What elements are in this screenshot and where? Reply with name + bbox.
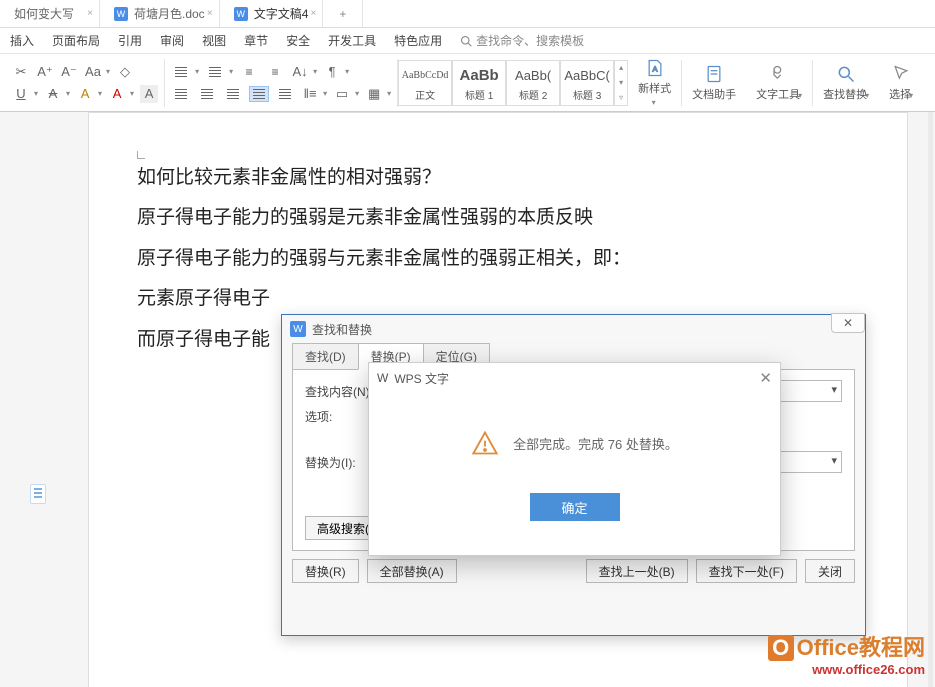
menu-insert[interactable]: 插入 [10, 32, 34, 49]
wps-icon: W [234, 7, 248, 21]
underline-icon[interactable]: U [12, 85, 30, 103]
replace-button[interactable]: 替换(R) [292, 559, 359, 583]
paragraph-group: ▾ ▾ ≡ ≡ A↓▾ ¶▾ ‖≡▾ ▭▾ ▦▾ [165, 59, 398, 107]
dropdown-icon[interactable]: ▾ [106, 67, 110, 76]
tab-label: 荷塘月色.doc [134, 5, 205, 22]
tab-label: 如何变大写 [14, 5, 74, 22]
styles-more[interactable]: ▴▾▿ [614, 60, 628, 106]
style-h2[interactable]: AaBb(标题 2 [506, 60, 560, 106]
close-icon[interactable]: × [87, 8, 93, 19]
document-tabs: 如何变大写× W荷塘月色.doc× W文字文稿4× + [0, 0, 935, 28]
line-spacing-icon[interactable]: ‖≡ [301, 85, 319, 103]
tab-find[interactable]: 查找(D) [292, 343, 359, 370]
clear-format-icon[interactable]: ◇ [116, 63, 134, 81]
shading-icon[interactable]: ▭ [333, 85, 351, 103]
border-icon[interactable]: ▦ [365, 85, 383, 103]
highlight-icon[interactable]: A [76, 85, 94, 103]
clipboard-group: ✂A⁺A⁻Aa▾◇ U▾A▾A▾A▾A [6, 59, 165, 107]
new-style-button[interactable]: A 新样式▾ [628, 58, 681, 107]
select-button[interactable]: 选择▾ [879, 64, 923, 102]
tab-doc1[interactable]: 如何变大写 × [0, 0, 100, 27]
dochelper-icon [704, 64, 724, 84]
style-h1[interactable]: AaBb标题 1 [452, 60, 506, 106]
dialog-close-button[interactable]: ✕ [831, 313, 865, 333]
replace-label: 替换为(I): [305, 454, 375, 471]
cut-icon[interactable]: ✂ [12, 63, 30, 81]
para-3[interactable]: 原子得电子能力的强弱与元素非金属性的强弱正相关，即： [137, 244, 859, 274]
menu-safe[interactable]: 安全 [286, 32, 310, 49]
bullets-icon[interactable] [171, 64, 191, 80]
align-justify-icon[interactable] [249, 86, 269, 102]
text-tools-button[interactable]: 文字工具▾ [746, 64, 812, 102]
alert-message: 全部完成。完成 76 处替换。 [513, 434, 678, 453]
change-case-icon[interactable]: Aa [84, 63, 102, 81]
dialog-title: W 查找和替换 [282, 315, 865, 343]
align-dist-icon[interactable] [275, 86, 295, 102]
menu-layout[interactable]: 页面布局 [52, 32, 100, 49]
indent-dec-icon[interactable]: ≡ [239, 64, 259, 80]
newstyle-icon: A [645, 58, 665, 78]
texttool-icon [769, 64, 789, 84]
ok-button[interactable]: 确定 [530, 493, 620, 521]
close-button[interactable]: 关闭 [805, 559, 855, 583]
select-icon [891, 64, 911, 84]
align-left-icon[interactable] [171, 86, 191, 102]
replace-all-button[interactable]: 全部替换(A) [367, 559, 457, 583]
alert-close-button[interactable]: ✕ [759, 369, 772, 387]
numbering-icon[interactable] [205, 64, 225, 80]
ribbon: ✂A⁺A⁻Aa▾◇ U▾A▾A▾A▾A ▾ ▾ ≡ ≡ A↓▾ ¶▾ ‖≡▾ ▭… [0, 54, 935, 112]
para-1[interactable]: 如何比较元素非金属性的相对强弱？ [137, 163, 859, 193]
styles-gallery[interactable]: AaBbCcDd正文 AaBb标题 1 AaBb(标题 2 AaBbC(标题 3… [398, 60, 628, 106]
para-2[interactable]: 原子得电子能力的强弱是元素非金属性强弱的本质反映 [137, 203, 859, 233]
char-shading-icon[interactable]: A [140, 85, 158, 103]
tab-doc2[interactable]: W 荷塘月色.doc× [100, 0, 220, 27]
align-right-icon[interactable] [223, 86, 243, 102]
alert-title: W WPS 文字 [369, 363, 780, 393]
indent-inc-icon[interactable]: ≡ [265, 64, 285, 80]
findreplace-icon [836, 64, 856, 84]
find-replace-button[interactable]: 查找替换▾ [813, 64, 879, 102]
find-prev-button[interactable]: 查找上一处(B) [586, 559, 688, 583]
alert-body: 全部完成。完成 76 处替换。 [369, 393, 780, 493]
close-icon[interactable]: × [207, 8, 213, 19]
menu-view[interactable]: 视图 [202, 32, 226, 49]
options-label: 选项: [305, 408, 375, 425]
new-tab-button[interactable]: + [323, 0, 363, 27]
menu-ref[interactable]: 引用 [118, 32, 142, 49]
menu-review[interactable]: 审阅 [160, 32, 184, 49]
ltr-icon[interactable]: ¶ [323, 63, 341, 81]
menu-bar: 插入 页面布局 引用 审阅 视图 章节 安全 开发工具 特色应用 查找命令、搜索… [0, 28, 935, 54]
menu-chapter[interactable]: 章节 [244, 32, 268, 49]
svg-text:A: A [652, 64, 657, 73]
sort-icon[interactable]: A↓ [291, 63, 309, 81]
menu-dev[interactable]: 开发工具 [328, 32, 376, 49]
style-h3[interactable]: AaBbC(标题 3 [560, 60, 614, 106]
style-body[interactable]: AaBbCcDd正文 [398, 60, 452, 106]
search-icon [460, 35, 472, 47]
alert-dialog: W WPS 文字 ✕ 全部完成。完成 76 处替换。 确定 [368, 362, 781, 556]
logo-icon: O [768, 635, 794, 661]
para-4[interactable]: 元素原子得电子 [137, 284, 859, 314]
font-inc-icon[interactable]: A⁺ [36, 63, 54, 81]
ruler-mark [137, 151, 145, 159]
wps-icon: W [114, 7, 128, 21]
close-icon[interactable]: × [311, 8, 317, 19]
strike-icon[interactable]: A [44, 85, 62, 103]
watermark: OOffice教程网 www.office26.com [768, 630, 925, 677]
align-center-icon[interactable] [197, 86, 217, 102]
font-color-icon[interactable]: A [108, 85, 126, 103]
paste-options-icon[interactable] [30, 484, 46, 504]
find-next-button[interactable]: 查找下一处(F) [696, 559, 797, 583]
font-dec-icon[interactable]: A⁻ [60, 63, 78, 81]
scrollbar[interactable] [928, 112, 933, 687]
wps-icon: W [377, 371, 388, 385]
tab-doc3[interactable]: W 文字文稿4× [220, 0, 324, 27]
warning-icon [471, 429, 499, 457]
command-search[interactable]: 查找命令、搜索模板 [460, 32, 584, 49]
doc-helper-button[interactable]: 文档助手 [682, 64, 746, 102]
wps-icon: W [290, 321, 306, 337]
tab-label: 文字文稿4 [254, 5, 309, 22]
menu-special[interactable]: 特色应用 [394, 32, 442, 49]
find-label: 查找内容(N): [305, 383, 375, 400]
